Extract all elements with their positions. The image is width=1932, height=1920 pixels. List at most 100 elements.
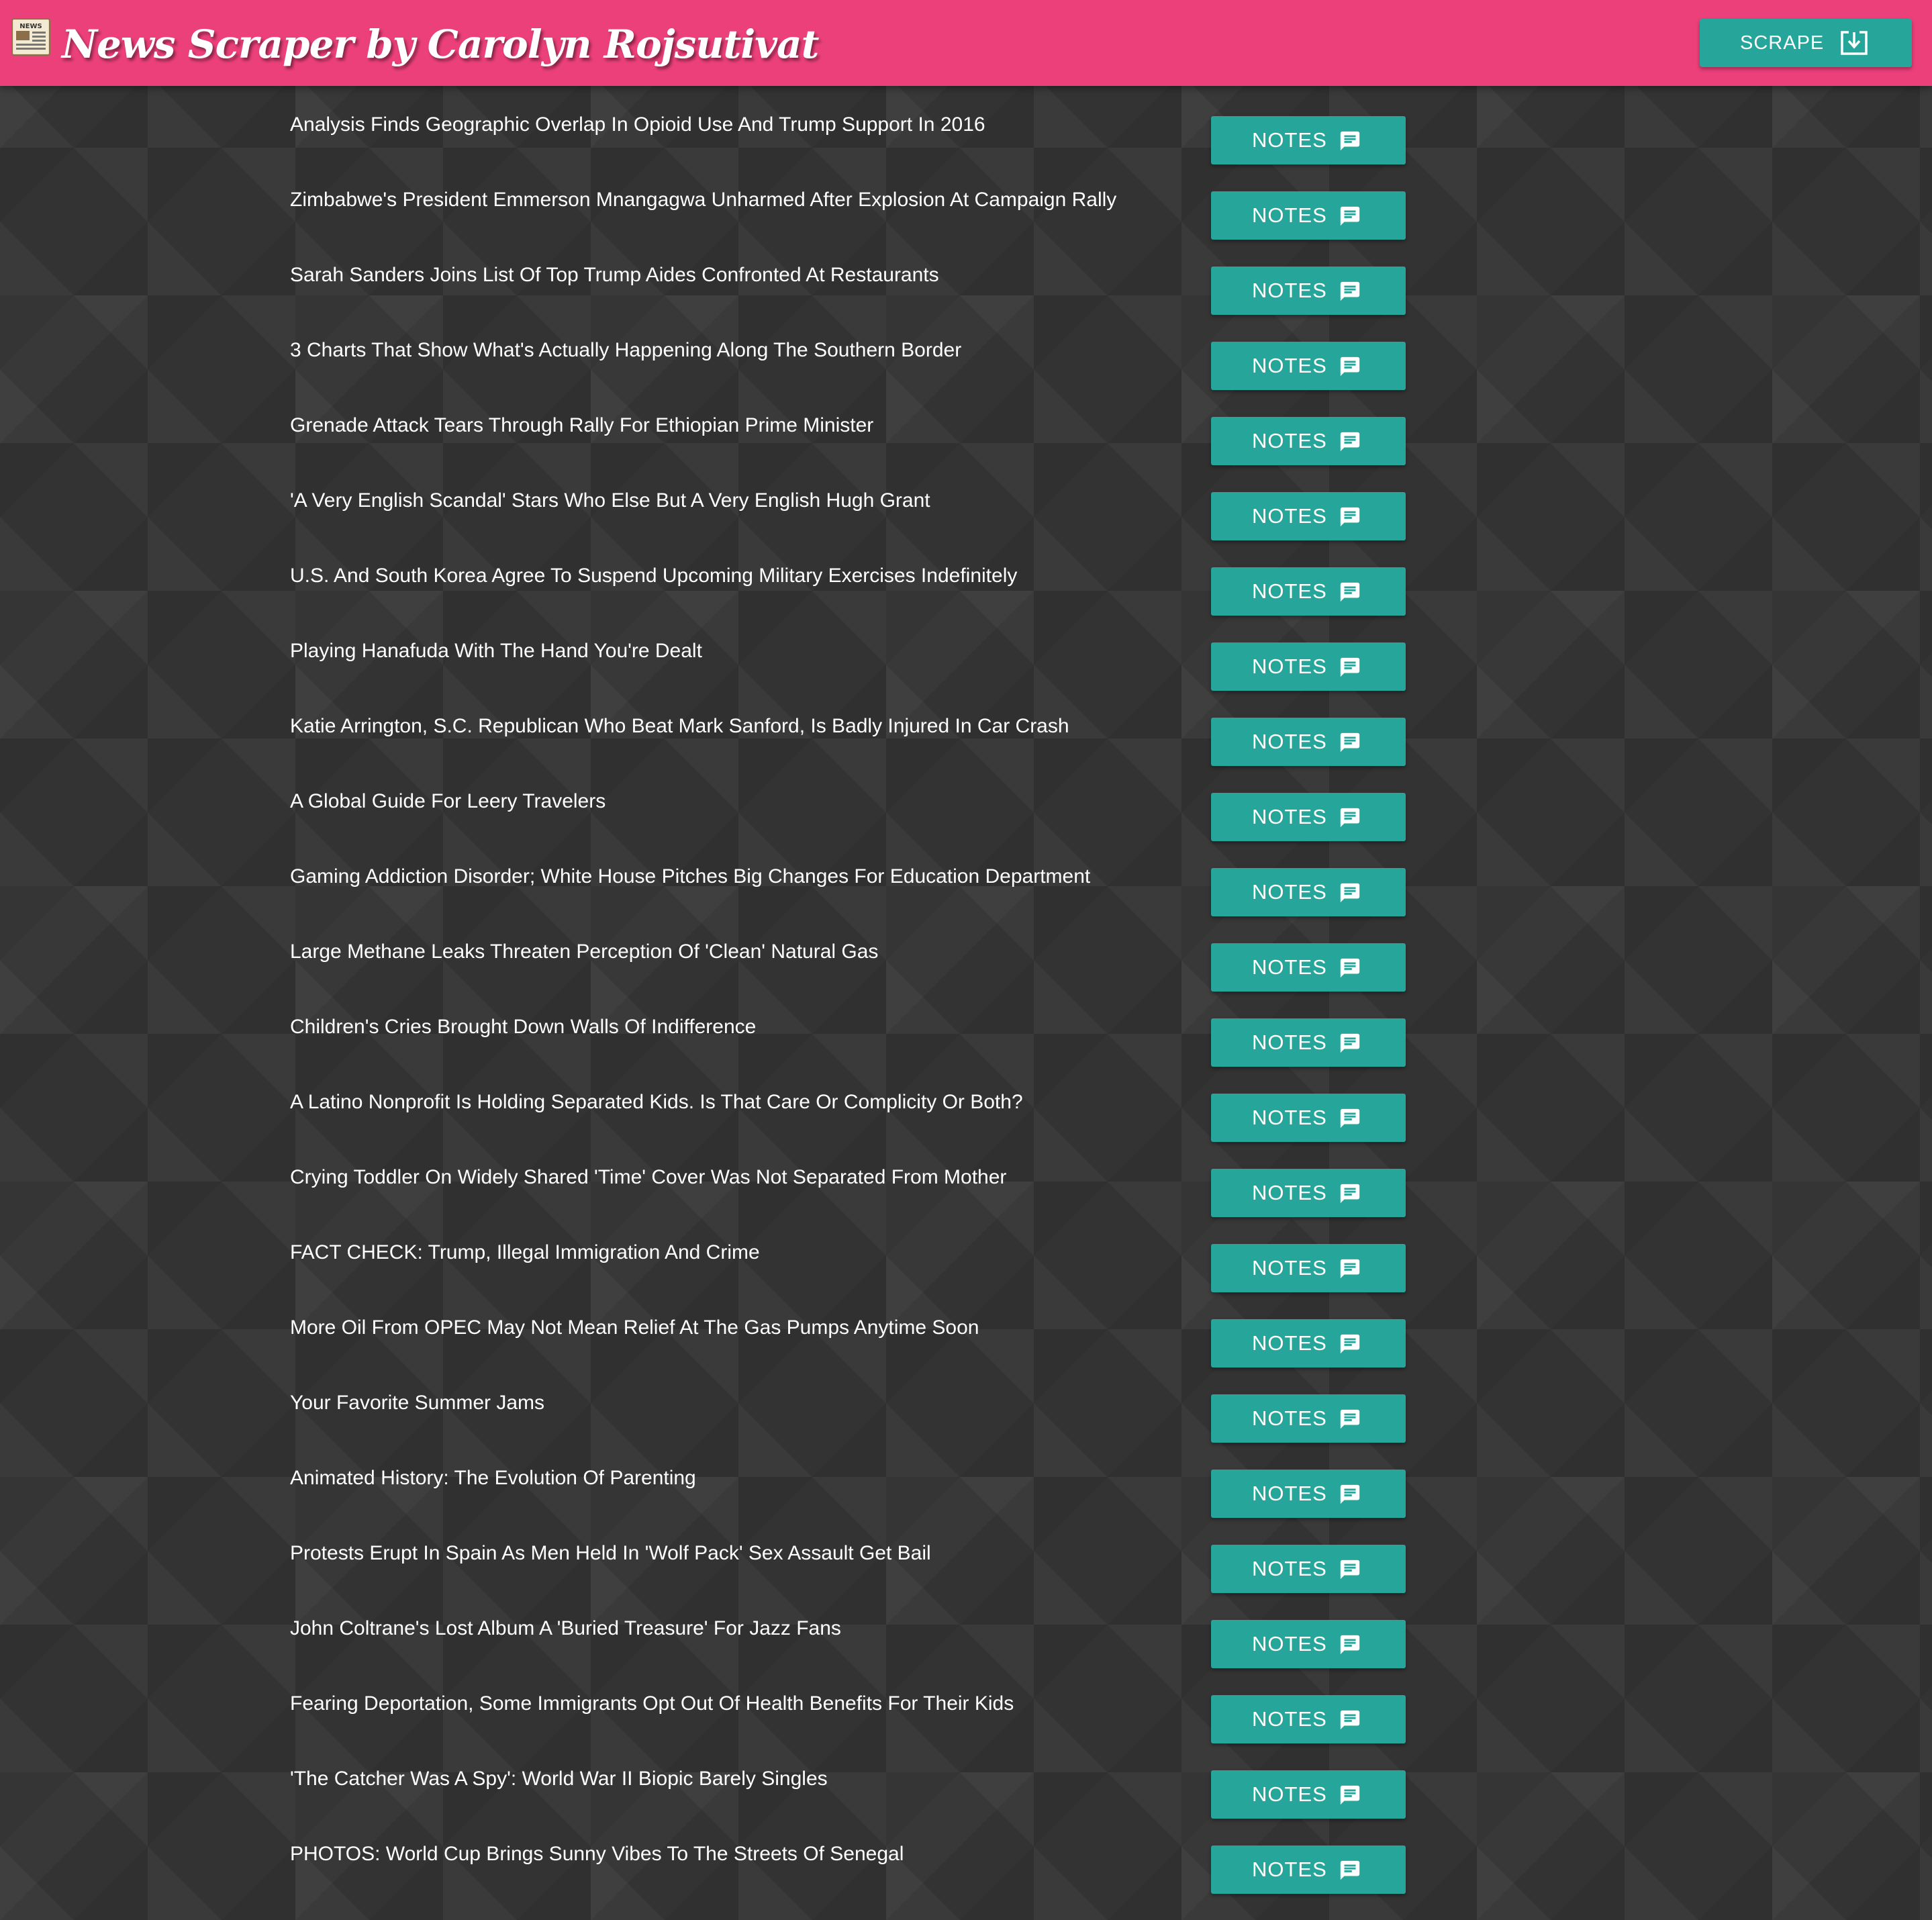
notes-button[interactable]: NOTES (1211, 417, 1406, 465)
scrape-button[interactable]: SCRAPE (1700, 19, 1912, 67)
article-row: Animated History: The Evolution Of Paren… (0, 1439, 1932, 1518)
article-headline[interactable]: John Coltrane's Lost Album A 'Buried Tre… (290, 1617, 1163, 1641)
article-headline[interactable]: Katie Arrington, S.C. Republican Who Bea… (290, 714, 1163, 738)
comment-icon (1340, 883, 1360, 903)
notes-button-label: NOTES (1252, 429, 1327, 452)
notes-button[interactable]: NOTES (1211, 718, 1406, 766)
notes-button[interactable]: NOTES (1211, 1244, 1406, 1292)
article-headline[interactable]: More Oil From OPEC May Not Mean Relief A… (290, 1316, 1163, 1340)
notes-button[interactable]: NOTES (1211, 1620, 1406, 1668)
notes-button-label: NOTES (1252, 805, 1327, 828)
comment-icon (1340, 808, 1360, 828)
notes-button-label: NOTES (1252, 1557, 1327, 1580)
article-row: Fearing Deportation, Some Immigrants Opt… (0, 1665, 1932, 1743)
article-headline[interactable]: Playing Hanafuda With The Hand You're De… (290, 639, 1163, 663)
article-row: Sarah Sanders Joins List Of Top Trump Ai… (0, 236, 1932, 315)
article-row: Large Methane Leaks Threaten Perception … (0, 913, 1932, 992)
notes-button[interactable]: NOTES (1211, 567, 1406, 616)
notes-button[interactable]: NOTES (1211, 943, 1406, 992)
article-row: Katie Arrington, S.C. Republican Who Bea… (0, 687, 1932, 766)
article-headline[interactable]: Zimbabwe's President Emmerson Mnangagwa … (290, 188, 1163, 212)
article-row: Crying Toddler On Widely Shared 'Time' C… (0, 1139, 1932, 1217)
article-row: 3 Charts That Show What's Actually Happe… (0, 311, 1932, 390)
svg-text:NEWS: NEWS (19, 23, 42, 30)
article-headline[interactable]: 'The Catcher Was A Spy': World War II Bi… (290, 1767, 1163, 1791)
article-row: Your Favorite Summer Jams NOTES (0, 1364, 1932, 1443)
notes-button[interactable]: NOTES (1211, 116, 1406, 164)
article-headline[interactable]: Large Methane Leaks Threaten Perception … (290, 940, 1163, 964)
article-headline[interactable]: U.S. And South Korea Agree To Suspend Up… (290, 564, 1163, 588)
notes-button-label: NOTES (1252, 279, 1327, 302)
article-row: More Oil From OPEC May Not Mean Relief A… (0, 1289, 1932, 1367)
page-title: News Scraper by Carolyn Rojsutivat (62, 21, 819, 67)
article-headline[interactable]: Gaming Addiction Disorder; White House P… (290, 865, 1163, 889)
comment-icon (1340, 1184, 1360, 1204)
article-headline[interactable]: Protests Erupt In Spain As Men Held In '… (290, 1541, 1163, 1566)
notes-button-label: NOTES (1252, 1482, 1327, 1505)
notes-button-label: NOTES (1252, 1331, 1327, 1355)
notes-button[interactable]: NOTES (1211, 793, 1406, 841)
article-row: Playing Hanafuda With The Hand You're De… (0, 612, 1932, 691)
notes-button[interactable]: NOTES (1211, 1018, 1406, 1067)
comment-icon (1340, 131, 1360, 151)
article-headline[interactable]: FACT CHECK: Trump, Illegal Immigration A… (290, 1241, 1163, 1265)
comment-icon (1340, 582, 1360, 602)
article-row: FACT CHECK: Trump, Illegal Immigration A… (0, 1214, 1932, 1292)
article-headline[interactable]: Grenade Attack Tears Through Rally For E… (290, 414, 1163, 438)
article-row: John Coltrane's Lost Album A 'Buried Tre… (0, 1590, 1932, 1668)
article-headline[interactable]: 'A Very English Scandal' Stars Who Else … (290, 489, 1163, 513)
article-headline[interactable]: Sarah Sanders Joins List Of Top Trump Ai… (290, 263, 1163, 287)
article-row: Analysis Finds Geographic Overlap In Opi… (0, 86, 1932, 164)
article-headline[interactable]: PHOTOS: World Cup Brings Sunny Vibes To … (290, 1842, 1163, 1866)
article-row: 'A Very English Scandal' Stars Who Else … (0, 462, 1932, 540)
notes-button-label: NOTES (1252, 1707, 1327, 1731)
comment-icon (1340, 1635, 1360, 1655)
comment-icon (1340, 206, 1360, 226)
notes-button[interactable]: NOTES (1211, 1845, 1406, 1894)
notes-button-label: NOTES (1252, 1030, 1327, 1054)
notes-button[interactable]: NOTES (1211, 642, 1406, 691)
download-icon (1841, 31, 1868, 55)
article-headline[interactable]: A Latino Nonprofit Is Holding Separated … (290, 1090, 1163, 1114)
comment-icon (1340, 1259, 1360, 1279)
comment-icon (1340, 356, 1360, 377)
notes-button[interactable]: NOTES (1211, 1770, 1406, 1819)
notes-button[interactable]: NOTES (1211, 1545, 1406, 1593)
notes-button-label: NOTES (1252, 655, 1327, 678)
notes-button[interactable]: NOTES (1211, 1094, 1406, 1142)
article-headline[interactable]: Analysis Finds Geographic Overlap In Opi… (290, 113, 1163, 137)
notes-button[interactable]: NOTES (1211, 191, 1406, 240)
article-headline[interactable]: Fearing Deportation, Some Immigrants Opt… (290, 1692, 1163, 1716)
notes-button[interactable]: NOTES (1211, 267, 1406, 315)
article-list: Analysis Finds Geographic Overlap In Opi… (0, 86, 1932, 1920)
notes-button[interactable]: NOTES (1211, 342, 1406, 390)
article-row: Grenade Attack Tears Through Rally For E… (0, 387, 1932, 465)
comment-icon (1340, 1334, 1360, 1354)
comment-icon (1340, 1033, 1360, 1053)
notes-button[interactable]: NOTES (1211, 1394, 1406, 1443)
article-headline[interactable]: Your Favorite Summer Jams (290, 1391, 1163, 1415)
notes-button-label: NOTES (1252, 579, 1327, 603)
article-row: Gaming Addiction Disorder; White House P… (0, 838, 1932, 916)
article-headline[interactable]: 3 Charts That Show What's Actually Happe… (290, 338, 1163, 363)
article-row: A Global Guide For Leery Travelers NOTES (0, 763, 1932, 841)
notes-button-label: NOTES (1252, 1858, 1327, 1881)
article-headline[interactable]: Crying Toddler On Widely Shared 'Time' C… (290, 1165, 1163, 1190)
comment-icon (1340, 1785, 1360, 1805)
notes-button[interactable]: NOTES (1211, 1169, 1406, 1217)
notes-button[interactable]: NOTES (1211, 492, 1406, 540)
notes-button-label: NOTES (1252, 128, 1327, 152)
article-headline[interactable]: Animated History: The Evolution Of Paren… (290, 1466, 1163, 1490)
notes-button-label: NOTES (1252, 504, 1327, 528)
notes-button[interactable]: NOTES (1211, 1319, 1406, 1367)
notes-button[interactable]: NOTES (1211, 868, 1406, 916)
notes-button-label: NOTES (1252, 1406, 1327, 1430)
comment-icon (1340, 507, 1360, 527)
comment-icon (1340, 732, 1360, 753)
notes-button[interactable]: NOTES (1211, 1470, 1406, 1518)
notes-button-label: NOTES (1252, 203, 1327, 227)
notes-button[interactable]: NOTES (1211, 1695, 1406, 1743)
article-headline[interactable]: A Global Guide For Leery Travelers (290, 789, 1163, 814)
article-row: A Latino Nonprofit Is Holding Separated … (0, 1063, 1932, 1142)
article-headline[interactable]: Children's Cries Brought Down Walls Of I… (290, 1015, 1163, 1039)
